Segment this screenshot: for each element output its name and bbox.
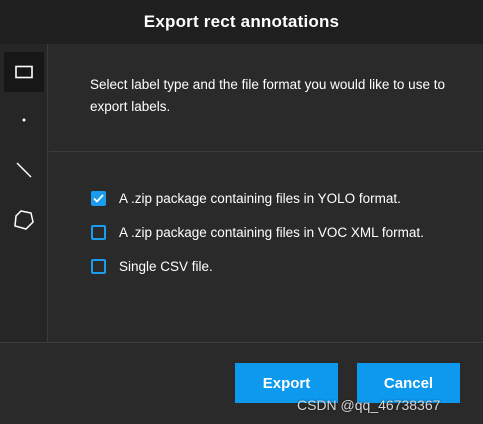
point-tool-button[interactable] bbox=[4, 100, 44, 140]
footer-divider bbox=[0, 342, 483, 343]
csv-checkbox[interactable] bbox=[91, 258, 106, 274]
polygon-icon bbox=[13, 209, 35, 231]
dialog-title: Export rect annotations bbox=[143, 12, 340, 31]
option-csv[interactable]: Single CSV file. bbox=[91, 256, 213, 276]
option-voc-xml[interactable]: A .zip package containing files in VOC X… bbox=[91, 222, 424, 242]
watermark-text: CSDN @qq_46738367 bbox=[297, 397, 441, 413]
dialog-description: Select label type and the file format yo… bbox=[90, 77, 445, 114]
label-type-toolbar bbox=[0, 44, 48, 342]
yolo-option-label: A .zip package containing files in YOLO … bbox=[119, 190, 401, 206]
line-icon bbox=[14, 160, 34, 180]
point-icon bbox=[19, 115, 29, 125]
voc-xml-option-label: A .zip package containing files in VOC X… bbox=[119, 224, 424, 240]
yolo-checkbox[interactable] bbox=[91, 190, 106, 206]
checkmark-icon bbox=[93, 193, 104, 203]
content-divider bbox=[49, 151, 483, 152]
option-yolo[interactable]: A .zip package containing files in YOLO … bbox=[91, 188, 401, 208]
rect-tool-button[interactable] bbox=[4, 52, 44, 92]
polygon-tool-button[interactable] bbox=[4, 200, 44, 240]
csv-option-label: Single CSV file. bbox=[119, 258, 213, 274]
dialog-content: Select label type and the file format yo… bbox=[49, 44, 483, 342]
export-dialog: Export rect annotations Select label typ… bbox=[0, 0, 483, 424]
dialog-header: Export rect annotations bbox=[0, 0, 483, 44]
voc-xml-checkbox[interactable] bbox=[91, 224, 106, 240]
line-tool-button[interactable] bbox=[4, 150, 44, 190]
rectangle-icon bbox=[14, 64, 34, 80]
